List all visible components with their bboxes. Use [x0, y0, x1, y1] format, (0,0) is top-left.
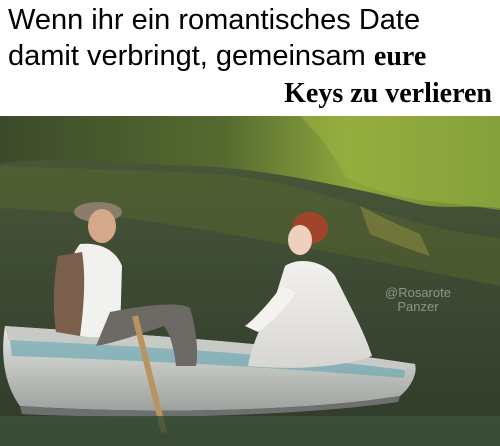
- rowboat-couple-photo: @Rosarote Panzer: [0, 116, 500, 446]
- watermark-line-1: @Rosarote: [385, 285, 451, 300]
- caption-line-3: Keys zu verlieren: [284, 78, 492, 109]
- meme-caption: Wenn ihr ein romantisches Date damit ver…: [0, 0, 500, 116]
- caption-line-2-regular: damit verbringt, gemeinsam: [8, 40, 366, 72]
- photo-illustration: [0, 116, 500, 446]
- caption-line-1: Wenn ihr ein romantisches Date: [8, 4, 421, 36]
- watermark: @Rosarote Panzer: [378, 286, 458, 314]
- caption-line-2-bold: eure: [373, 41, 427, 72]
- boat-reflection: [0, 416, 500, 446]
- caption-line-2: damit verbringt, gemeinsam eure: [8, 38, 426, 75]
- man-head: [88, 209, 116, 243]
- man-vest: [53, 252, 85, 336]
- woman-face: [288, 225, 312, 255]
- watermark-line-2: Panzer: [397, 299, 439, 314]
